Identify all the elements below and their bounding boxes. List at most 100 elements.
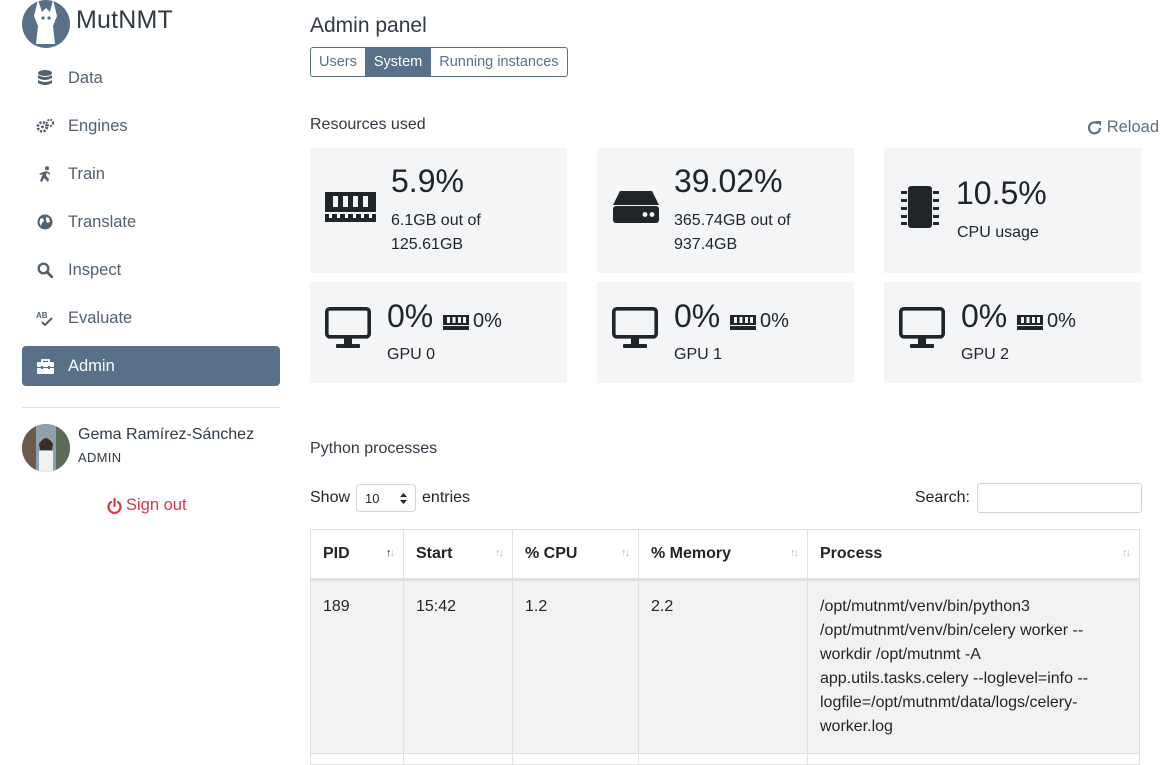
column-header-pid[interactable]: PID ↑↓ xyxy=(310,529,404,581)
redo-icon xyxy=(1087,120,1101,134)
user-card: Gema Ramírez-Sánchez ADMIN xyxy=(22,424,254,472)
search-input[interactable] xyxy=(977,483,1142,513)
ram-detail-line2: 125.61GB xyxy=(391,236,464,253)
desktop-icon xyxy=(325,307,371,348)
process-line: /opt/mutnmt/venv/bin/celery worker -- xyxy=(820,622,1084,639)
page-title: Admin panel xyxy=(310,14,427,37)
sidebar-item-label: Translate xyxy=(68,212,137,231)
cpu-card: 10.5% CPU usage xyxy=(884,148,1141,273)
ram-card: 5.9% 6.1GB out of 125.61GB xyxy=(310,148,567,273)
admin-tabs: Users System Running instances xyxy=(310,47,568,77)
process-line: workdir /opt/mutnmt -A xyxy=(820,646,981,663)
gpu-label: GPU 1 xyxy=(674,346,723,363)
memory-icon xyxy=(1017,314,1043,330)
sidebar-item-label: Admin xyxy=(68,356,115,375)
reload-label: Reload xyxy=(1106,118,1159,136)
database-icon xyxy=(36,69,54,87)
page-length-value: 10 xyxy=(365,490,380,506)
globe-icon xyxy=(36,213,54,231)
cogs-icon xyxy=(36,117,54,135)
table-controls: Show 10 entries Search: xyxy=(310,483,1142,513)
search-label: Search: xyxy=(914,489,970,506)
search-control: Search: xyxy=(915,483,1142,513)
power-icon xyxy=(107,497,122,514)
disk-detail-line1: 365.74GB out of xyxy=(674,212,791,229)
ram-percent: 5.9% xyxy=(391,163,464,199)
process-line: worker.log xyxy=(820,718,893,735)
gpu-memory: 0% xyxy=(443,310,502,333)
gpu-memory-value: 0% xyxy=(473,310,502,332)
gpu-memory: 0% xyxy=(730,310,789,333)
memory-icon xyxy=(443,314,469,330)
sort-asc-icon: ↑↓ xyxy=(386,547,395,559)
show-label: Show xyxy=(310,489,351,506)
sort-select-icon xyxy=(400,492,408,504)
cell-cpu: 1.2 xyxy=(512,579,639,754)
resources-heading: Resources used xyxy=(310,116,426,133)
sidebar-item-data[interactable]: Data xyxy=(22,58,280,98)
running-icon xyxy=(36,165,54,183)
cell-process: /opt/mutnmt/venv/bin/python3 /opt/mutnmt… xyxy=(807,579,1140,754)
gpu-label: GPU 2 xyxy=(961,346,1010,363)
disk-detail-line2: 937.4GB xyxy=(674,236,738,253)
gpu-card: 0% 0% GPU 2 xyxy=(884,282,1141,383)
tab-users[interactable]: Users xyxy=(311,48,366,76)
memory-icon xyxy=(730,314,756,330)
process-line: logfile=/opt/mutnmt/data/logs/celery- xyxy=(820,694,1078,711)
page-length-select[interactable]: 10 xyxy=(356,484,417,512)
microchip-icon xyxy=(901,186,939,228)
cpu-percent: 10.5% xyxy=(956,175,1047,211)
tab-system[interactable]: System xyxy=(365,48,432,76)
sidebar-item-train[interactable]: Train xyxy=(22,154,280,194)
sign-out-button[interactable]: Sign out xyxy=(107,496,187,515)
mutnmt-logo-icon xyxy=(22,0,70,48)
table-header-row: PID ↑↓ Start ↑↓ % CPU ↑↓ % Memory ↑↓ Process… xyxy=(310,529,1140,581)
sidebar: MutNMT Data Engines Train Translate Insp… xyxy=(0,0,300,757)
column-header-start[interactable]: Start ↑↓ xyxy=(403,529,513,581)
gpu-memory-value: 0% xyxy=(1047,310,1076,332)
page-length-control: Show 10 entries xyxy=(310,483,470,513)
sidebar-nav: Data Engines Train Translate Inspect AB … xyxy=(22,58,280,394)
column-header-process[interactable]: Process ↑↓ xyxy=(807,529,1140,581)
user-name: Gema Ramírez-Sánchez xyxy=(78,426,255,443)
memory-icon xyxy=(325,192,376,222)
gpu-card: 0% 0% GPU 0 xyxy=(310,282,567,383)
gpu-usage: 0% xyxy=(961,298,1008,334)
tab-running-instances[interactable]: Running instances xyxy=(431,48,566,76)
app-name: MutNMT xyxy=(76,5,174,34)
gpu-memory: 0% xyxy=(1017,310,1076,333)
cpu-detail: CPU usage xyxy=(957,224,1039,241)
sidebar-divider xyxy=(22,407,280,408)
column-header-cpu[interactable]: % CPU ↑↓ xyxy=(512,529,639,581)
user-role: ADMIN xyxy=(78,450,122,465)
sidebar-item-engines[interactable]: Engines xyxy=(22,106,280,146)
processes-heading: Python processes xyxy=(310,440,438,457)
gpu-memory-value: 0% xyxy=(760,310,789,332)
reload-button[interactable]: Reload xyxy=(1087,118,1159,137)
disk-percent: 39.02% xyxy=(674,163,783,199)
sidebar-item-inspect[interactable]: Inspect xyxy=(22,250,280,290)
search-icon xyxy=(36,261,54,279)
sort-icon: ↑↓ xyxy=(1122,547,1131,559)
avatar[interactable] xyxy=(22,424,70,472)
sidebar-item-evaluate[interactable]: AB Evaluate xyxy=(22,298,280,338)
desktop-icon xyxy=(612,307,658,348)
sort-icon: ↑↓ xyxy=(790,547,799,559)
gpu-usage: 0% xyxy=(674,298,721,334)
spell-check-icon: AB xyxy=(36,309,54,327)
cell-memory: 2.2 xyxy=(638,579,808,754)
column-header-memory[interactable]: % Memory ↑↓ xyxy=(638,529,808,581)
disk-card: 39.02% 365.74GB out of 937.4GB xyxy=(597,148,854,273)
hdd-icon xyxy=(613,191,659,223)
gpu-card: 0% 0% GPU 1 xyxy=(597,282,854,383)
sort-icon: ↑↓ xyxy=(621,547,630,559)
cell-start: 15:42 xyxy=(403,579,513,754)
cell-pid: 189 xyxy=(310,579,404,754)
toolbox-icon xyxy=(36,357,54,375)
sidebar-item-translate[interactable]: Translate xyxy=(22,202,280,242)
sidebar-item-admin[interactable]: Admin xyxy=(22,346,280,386)
sidebar-item-label: Inspect xyxy=(68,260,122,279)
process-line: app.utils.tasks.celery --loglevel=info -… xyxy=(820,670,1089,687)
brand[interactable]: MutNMT xyxy=(22,0,173,48)
table-row xyxy=(310,753,1140,765)
